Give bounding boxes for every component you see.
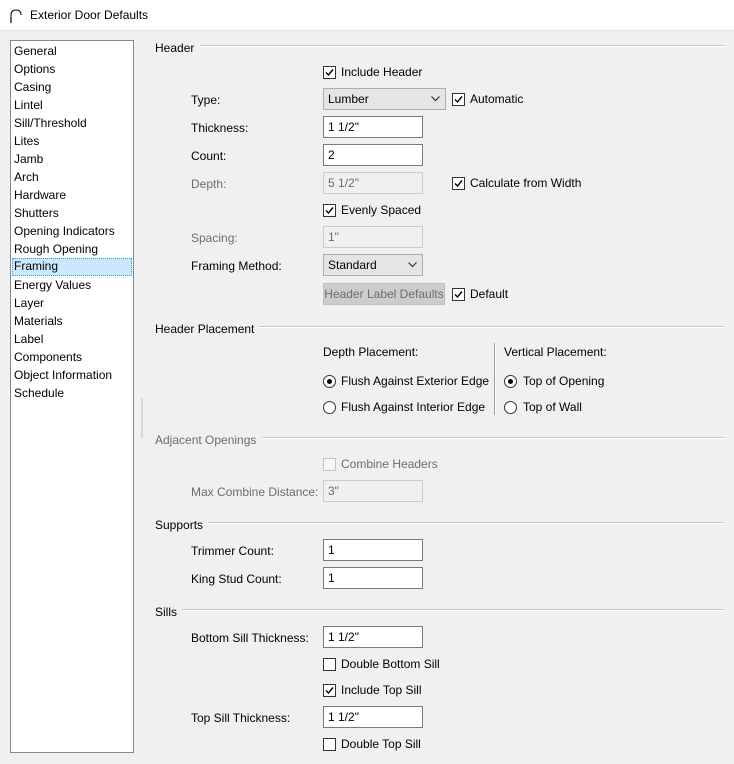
nav-item-materials[interactable]: Materials (12, 313, 132, 329)
check-icon (325, 69, 334, 77)
thickness-label: Thickness: (191, 121, 249, 135)
include-header-label: Include Header (341, 65, 423, 79)
evenly-spaced-checkbox[interactable] (323, 204, 336, 217)
max-combine-distance-label: Max Combine Distance: (191, 485, 319, 499)
default-checkbox[interactable] (452, 288, 465, 301)
nav-item-options[interactable]: Options (12, 61, 132, 77)
nav-item-object-information[interactable]: Object Information (12, 367, 132, 383)
calculate-from-width-label: Calculate from Width (470, 176, 582, 190)
group-adjacent-divider (262, 437, 724, 439)
nav-item-lintel[interactable]: Lintel (12, 97, 132, 113)
vertical-placement-label: Vertical Placement: (504, 345, 607, 359)
group-header-placement-title: Header Placement (155, 322, 255, 336)
group-placement-divider (258, 326, 724, 328)
depth-input: 5 1/2" (323, 172, 423, 194)
default-label: Default (470, 287, 509, 301)
top-sill-thickness-input[interactable]: 1 1/2" (323, 706, 423, 728)
group-adjacent-openings-title: Adjacent Openings (155, 433, 257, 447)
nav-item-sill-threshold[interactable]: Sill/Threshold (12, 115, 132, 131)
framing-method-value: Standard (328, 258, 377, 272)
nav-item-framing[interactable]: Framing (12, 258, 132, 276)
radio-dot (327, 379, 332, 384)
title-bar: Exterior Door Defaults (0, 0, 734, 31)
type-dropdown[interactable]: Lumber (323, 88, 446, 110)
group-header-title: Header (155, 41, 195, 55)
calculate-from-width-checkbox[interactable] (452, 177, 465, 190)
nav-item-casing[interactable]: Casing (12, 79, 132, 95)
depth-placement-label: Depth Placement: (323, 345, 419, 359)
depth-label: Depth: (191, 177, 227, 191)
splitter-handle[interactable] (141, 398, 143, 438)
nav-item-lites[interactable]: Lites (12, 133, 132, 149)
top-sill-thickness-label: Top Sill Thickness: (191, 711, 291, 725)
check-icon (325, 687, 334, 695)
double-bottom-sill-label: Double Bottom Sill (341, 657, 440, 671)
header-label-defaults-button: Header Label Defaults (323, 283, 445, 305)
top-of-opening-radio[interactable] (504, 375, 517, 388)
group-supports-divider (208, 522, 724, 524)
group-sills-title: Sills (155, 605, 178, 619)
group-sills-divider (182, 609, 724, 611)
bottom-sill-thickness-label: Bottom Sill Thickness: (191, 631, 309, 645)
category-list[interactable]: General Options Casing Lintel Sill/Thres… (10, 40, 134, 753)
nav-item-label[interactable]: Label (12, 331, 132, 347)
nav-item-jamb[interactable]: Jamb (12, 151, 132, 167)
max-combine-distance-input: 3" (323, 480, 423, 502)
king-stud-count-input[interactable]: 1 (323, 567, 423, 589)
double-bottom-sill-checkbox[interactable] (323, 658, 336, 671)
count-input[interactable]: 2 (323, 144, 423, 166)
group-supports-title: Supports (155, 518, 204, 532)
nav-item-general[interactable]: General (12, 43, 132, 59)
flush-interior-label: Flush Against Interior Edge (341, 400, 486, 414)
trimmer-count-label: Trimmer Count: (191, 544, 274, 558)
nav-item-shutters[interactable]: Shutters (12, 205, 132, 221)
include-header-checkbox[interactable] (323, 66, 336, 79)
bottom-sill-thickness-input[interactable]: 1 1/2" (323, 626, 423, 648)
include-top-sill-checkbox[interactable] (323, 684, 336, 697)
nav-item-energy-values[interactable]: Energy Values (12, 277, 132, 293)
framing-method-dropdown[interactable]: Standard (323, 254, 423, 276)
nav-item-rough-opening[interactable]: Rough Opening (12, 241, 132, 257)
automatic-checkbox[interactable] (452, 93, 465, 106)
spacing-label: Spacing: (191, 231, 238, 245)
framing-method-label: Framing Method: (191, 259, 282, 273)
radio-dot (508, 379, 513, 384)
include-top-sill-label: Include Top Sill (341, 683, 422, 697)
spacing-input: 1" (323, 226, 423, 248)
count-label: Count: (191, 149, 227, 163)
chevron-down-icon (431, 96, 440, 102)
combine-headers-label: Combine Headers (341, 457, 438, 471)
check-icon (325, 207, 334, 215)
check-icon (454, 291, 463, 299)
nav-item-components[interactable]: Components (12, 349, 132, 365)
trimmer-count-input[interactable]: 1 (323, 539, 423, 561)
thickness-input[interactable]: 1 1/2" (323, 116, 423, 138)
nav-item-hardware[interactable]: Hardware (12, 187, 132, 203)
arch-icon (10, 9, 22, 23)
nav-item-opening-indicators[interactable]: Opening Indicators (12, 223, 132, 239)
type-value: Lumber (328, 92, 369, 106)
nav-item-arch[interactable]: Arch (12, 169, 132, 185)
check-icon (454, 180, 463, 188)
flush-exterior-radio[interactable] (323, 375, 336, 388)
check-icon (454, 96, 463, 104)
type-label: Type: (191, 93, 221, 107)
double-top-sill-checkbox[interactable] (323, 738, 336, 751)
evenly-spaced-label: Evenly Spaced (341, 203, 422, 217)
group-header-divider (200, 45, 724, 47)
top-of-opening-label: Top of Opening (523, 374, 605, 388)
nav-item-schedule[interactable]: Schedule (12, 385, 132, 401)
top-of-wall-label: Top of Wall (523, 400, 582, 414)
top-of-wall-radio[interactable] (504, 401, 517, 414)
nav-item-layer[interactable]: Layer (12, 295, 132, 311)
flush-interior-radio[interactable] (323, 401, 336, 414)
king-stud-count-label: King Stud Count: (191, 572, 282, 586)
flush-exterior-label: Flush Against Exterior Edge (341, 374, 490, 388)
automatic-label: Automatic (470, 92, 524, 106)
placement-separator (494, 343, 496, 415)
window-title: Exterior Door Defaults (30, 8, 149, 22)
double-top-sill-label: Double Top Sill (341, 737, 421, 751)
combine-headers-checkbox (323, 458, 336, 471)
chevron-down-icon (408, 262, 417, 268)
